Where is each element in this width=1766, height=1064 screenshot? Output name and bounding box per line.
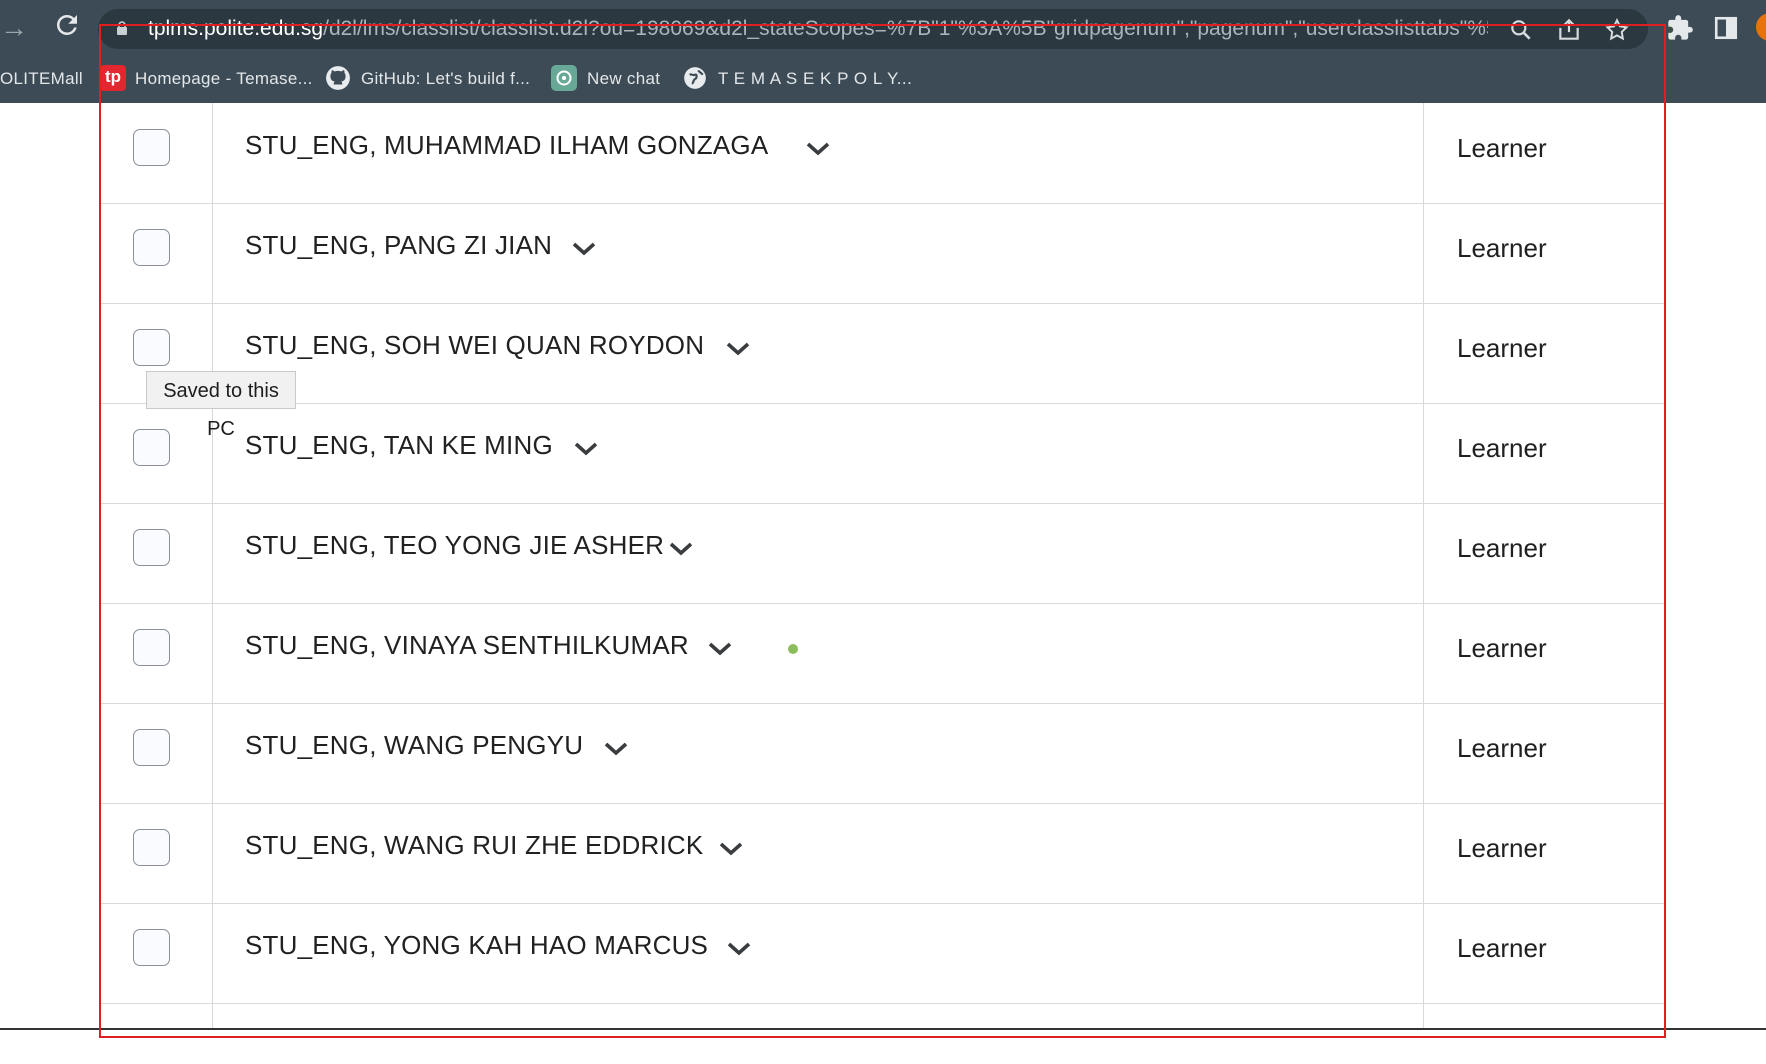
reload-icon[interactable] bbox=[52, 10, 82, 40]
browser-toolbar: → tplms.polite.edu.sg/d2l/lms/classlist/… bbox=[0, 0, 1766, 57]
chatgpt-icon bbox=[551, 65, 577, 91]
bookmark-homepage-temasek[interactable]: Homepage - Temase... bbox=[135, 69, 313, 89]
user-role: Learner bbox=[1457, 433, 1547, 463]
table-row: STU_ENG, TEO YONG JIE ASHER Learner bbox=[100, 503, 1665, 604]
url-path: /d2l/lms/classlist/classlist.d2l?ou=1980… bbox=[323, 17, 1488, 40]
chevron-down-icon[interactable] bbox=[571, 241, 597, 257]
chevron-down-icon[interactable] bbox=[603, 741, 629, 757]
url-text[interactable]: tplms.polite.edu.sg/d2l/lms/classlist/cl… bbox=[148, 17, 1488, 41]
row-checkbox[interactable] bbox=[133, 829, 170, 866]
user-name-link[interactable]: STU_ENG, MUHAMMAD ILHAM GONZAGA bbox=[245, 130, 768, 161]
row-checkbox[interactable] bbox=[133, 429, 170, 466]
row-checkbox[interactable] bbox=[133, 229, 170, 266]
bookmarks-bar: OLITEMall tp Homepage - Temase... GitHub… bbox=[0, 57, 1766, 103]
row-checkbox[interactable] bbox=[133, 729, 170, 766]
lock-icon[interactable] bbox=[116, 21, 128, 35]
chevron-down-icon[interactable] bbox=[718, 841, 744, 857]
zoom-icon[interactable] bbox=[1508, 17, 1534, 43]
user-role: Learner bbox=[1457, 133, 1547, 163]
share-icon[interactable] bbox=[1556, 17, 1582, 43]
profile-avatar[interactable] bbox=[1756, 13, 1766, 41]
chevron-down-icon[interactable] bbox=[668, 541, 694, 557]
table-row: STU_ENG, MUHAMMAD ILHAM GONZAGA Learner bbox=[100, 103, 1665, 204]
user-role: Learner bbox=[1457, 833, 1547, 863]
saved-tooltip: Saved to this PC bbox=[146, 371, 296, 440]
bookmark-github[interactable]: GitHub: Let's build f... bbox=[361, 69, 530, 89]
bookmark-new-chat[interactable]: New chat bbox=[587, 69, 660, 89]
user-role: Learner bbox=[1457, 533, 1547, 563]
tp-logo-icon: tp bbox=[100, 65, 126, 91]
bookmark-olitemall[interactable]: OLITEMall bbox=[0, 69, 83, 89]
user-name-link[interactable]: STU_ENG, WANG RUI ZHE EDDRICK bbox=[245, 830, 703, 861]
bookmark-star-icon[interactable] bbox=[1604, 17, 1630, 43]
online-status-dot bbox=[788, 644, 798, 654]
divider bbox=[0, 1028, 1766, 1030]
row-checkbox[interactable] bbox=[133, 629, 170, 666]
user-name-link[interactable]: STU_ENG, VINAYA SENTHILKUMAR bbox=[245, 630, 689, 661]
side-panel-icon[interactable] bbox=[1713, 15, 1739, 41]
classlist-table: STU_ENG, MUHAMMAD ILHAM GONZAGA Learner … bbox=[100, 103, 1665, 1028]
globe-icon bbox=[684, 67, 706, 89]
bookmark-temasekpoly[interactable]: T E M A S E K P O L Y... bbox=[718, 69, 912, 89]
row-checkbox[interactable] bbox=[133, 329, 170, 366]
user-name-link[interactable]: STU_ENG, TEO YONG JIE ASHER bbox=[245, 530, 664, 561]
url-host: tplms.polite.edu.sg bbox=[148, 17, 324, 40]
table-row: STU_ENG, WANG RUI ZHE EDDRICK Learner bbox=[100, 803, 1665, 904]
row-checkbox[interactable] bbox=[133, 529, 170, 566]
row-checkbox[interactable] bbox=[133, 929, 170, 966]
extensions-icon[interactable] bbox=[1666, 14, 1694, 42]
chevron-down-icon[interactable] bbox=[726, 941, 752, 957]
user-name-link[interactable]: STU_ENG, SOH WEI QUAN ROYDON bbox=[245, 330, 704, 361]
chevron-down-icon[interactable] bbox=[573, 441, 599, 457]
user-name-link[interactable]: STU_ENG, TAN KE MING bbox=[245, 430, 553, 461]
user-name-link[interactable]: STU_ENG, WANG PENGYU bbox=[245, 730, 583, 761]
row-checkbox[interactable] bbox=[133, 129, 170, 166]
table-row: STU_ENG, WANG PENGYU Learner bbox=[100, 703, 1665, 804]
github-icon bbox=[326, 66, 350, 90]
user-name-link[interactable]: STU_ENG, PANG ZI JIAN bbox=[245, 230, 552, 261]
table-row: STU_ENG, PANG ZI JIAN Learner bbox=[100, 203, 1665, 304]
table-row: STU_ENG, SOH WEI QUAN ROYDON Learner bbox=[100, 303, 1665, 404]
table-row: STU_ENG, TAN KE MING Learner bbox=[100, 403, 1665, 504]
user-role: Learner bbox=[1457, 633, 1547, 663]
chevron-down-icon[interactable] bbox=[707, 641, 733, 657]
address-bar[interactable]: tplms.polite.edu.sg/d2l/lms/classlist/cl… bbox=[98, 9, 1648, 49]
user-role: Learner bbox=[1457, 333, 1547, 363]
chevron-down-icon[interactable] bbox=[725, 341, 751, 357]
table-row: STU_ENG, VINAYA SENTHILKUMAR Learner bbox=[100, 603, 1665, 704]
chevron-down-icon[interactable] bbox=[805, 141, 831, 157]
user-role: Learner bbox=[1457, 733, 1547, 763]
user-name-link[interactable]: STU_ENG, YONG KAH HAO MARCUS bbox=[245, 930, 708, 961]
user-role: Learner bbox=[1457, 233, 1547, 263]
table-row: STU_ENG, YONG KAH HAO MARCUS Learner bbox=[100, 903, 1665, 1004]
user-role: Learner bbox=[1457, 933, 1547, 963]
forward-arrow-icon[interactable]: → bbox=[0, 12, 28, 44]
